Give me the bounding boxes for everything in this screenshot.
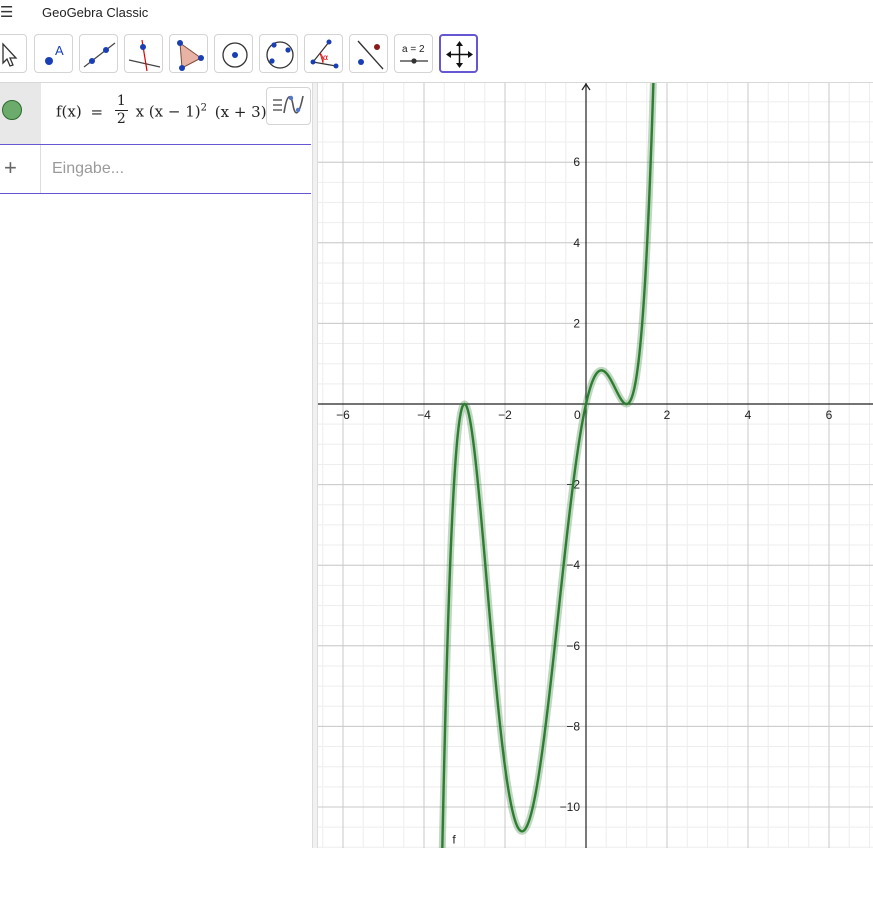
y-tick-label: −4	[566, 558, 580, 572]
graphics-view[interactable]: −6 −4 −2 0 2 4 6 6 4 2 −2 −4 −6 −8 −10 f	[318, 83, 873, 848]
graphics-canvas[interactable]: −6 −4 −2 0 2 4 6 642−2−4−6−8−10 f	[318, 83, 873, 848]
arrow-pointer-icon	[2, 42, 18, 67]
circle-three-points-tool-button[interactable]	[259, 34, 298, 73]
point-tool-button[interactable]: A	[34, 34, 73, 73]
factor-b: (x + 3)	[214, 102, 267, 121]
angle-icon: α	[310, 39, 339, 69]
line-tool-button[interactable]	[79, 34, 118, 73]
x-tick-label: 4	[745, 408, 752, 422]
function-graph-halo	[438, 83, 657, 848]
fraction: 1 2	[114, 93, 128, 128]
visibility-marble-icon[interactable]	[2, 100, 22, 120]
y-tick-label: −8	[566, 719, 580, 733]
svg-text:A: A	[55, 43, 64, 58]
perpendicular-line-icon	[128, 39, 161, 72]
polygon-tool-button[interactable]	[169, 34, 208, 73]
angle-tool-button[interactable]: α	[304, 34, 343, 73]
factor-a: x (x − 1)	[135, 102, 201, 121]
exponent-a: 2	[200, 102, 207, 114]
move-graphics-view-tool-button[interactable]	[439, 34, 478, 73]
graph-style-button[interactable]	[266, 87, 311, 125]
add-item-column: +	[0, 145, 41, 193]
y-tick-label: −10	[560, 800, 581, 814]
perpendicular-line-tool-button[interactable]	[124, 34, 163, 73]
curve-label-f: f	[452, 832, 456, 846]
hamburger-menu-icon[interactable]: ☰	[0, 5, 16, 21]
minor-grid	[318, 83, 873, 848]
slider-tool-button[interactable]: a = 2	[394, 34, 433, 73]
title-bar: ☰ GeoGebra Classic	[0, 0, 873, 28]
algebra-item-f[interactable]: f(x) = 1 2 x (x − 1)2 (x + 3)2	[0, 83, 311, 145]
input-bar[interactable]	[52, 157, 302, 181]
fraction-denominator: 2	[116, 111, 126, 127]
plus-icon[interactable]: +	[4, 155, 17, 181]
algebra-view: f(x) = 1 2 x (x − 1)2 (x + 3)2 +	[0, 83, 312, 848]
function-definition[interactable]: f(x) = 1 2 x (x − 1)2 (x + 3)2	[56, 93, 273, 135]
x-tick-label: 6	[826, 408, 833, 422]
x-tick-label: −2	[498, 408, 512, 422]
circle-center-icon	[222, 42, 248, 68]
input-row: +	[0, 145, 311, 194]
point-icon: A	[45, 43, 64, 65]
y-tick-label: 6	[573, 155, 580, 169]
x-tick-label: −6	[336, 408, 350, 422]
toolbar: A α a = 2	[0, 28, 873, 83]
fraction-numerator: 1	[114, 93, 128, 111]
algebra-graphics-toggle-icon	[273, 95, 304, 114]
axes	[318, 83, 873, 848]
svg-text:a = 2: a = 2	[402, 44, 425, 55]
move-tool-button[interactable]	[0, 34, 27, 73]
x-tick-label: 2	[664, 408, 671, 422]
equals-sign: =	[90, 102, 104, 121]
svg-text:α: α	[323, 53, 328, 62]
circle-three-points-icon	[266, 41, 294, 69]
move-view-icon	[446, 41, 473, 68]
x-tick-label: −4	[417, 408, 431, 422]
major-grid	[318, 83, 873, 848]
function-graph-f[interactable]	[438, 83, 657, 848]
visibility-toggle-column	[0, 83, 41, 144]
polygon-icon	[177, 40, 204, 71]
slider-icon: a = 2	[400, 44, 428, 64]
app-title: GeoGebra Classic	[42, 5, 149, 20]
function-lhs: f(x)	[56, 102, 82, 121]
line-through-points-icon	[83, 42, 116, 68]
reflect-tool-button[interactable]	[349, 34, 388, 73]
reflect-icon	[357, 40, 384, 70]
y-tick-label: −6	[566, 639, 580, 653]
circle-center-tool-button[interactable]	[214, 34, 253, 73]
y-tick-label: 2	[573, 316, 580, 330]
y-tick-label: 4	[573, 236, 580, 250]
